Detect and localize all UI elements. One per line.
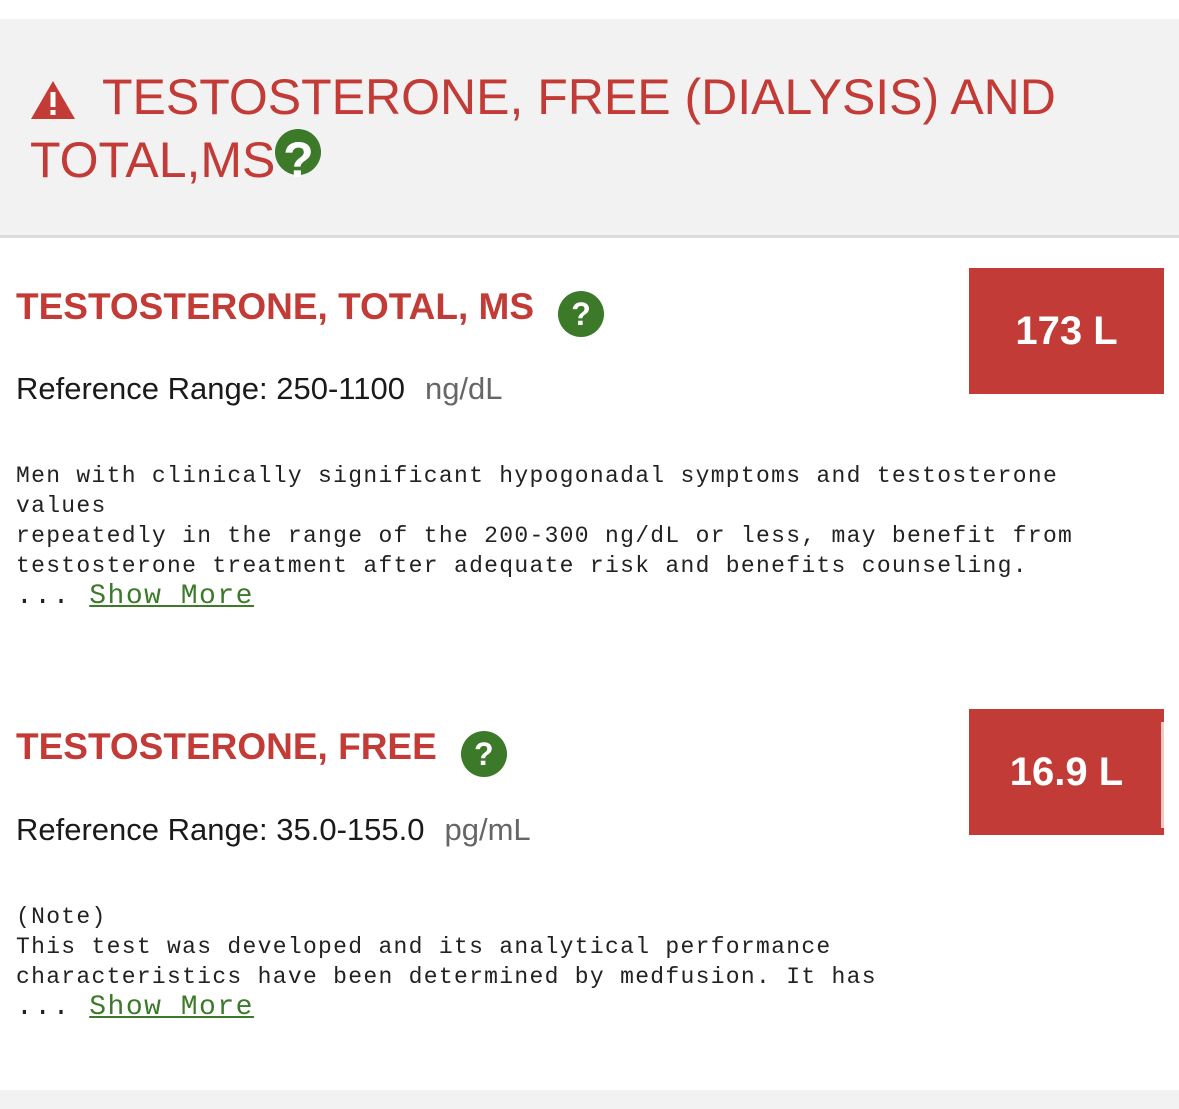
test-name: TESTOSTERONE, TOTAL, MS? xyxy=(16,285,605,337)
reference-range-unit: pg/mL xyxy=(444,812,531,847)
reference-range-value: 250-1100 xyxy=(276,371,405,406)
show-more-link[interactable]: Show More xyxy=(89,992,254,1023)
result-note: Men with clinically significant hypogona… xyxy=(16,463,1074,579)
reference-range: Reference Range: 250-1100 ng/dL xyxy=(16,369,503,409)
reference-range: Reference Range: 35.0-155.0 pg/mL xyxy=(16,810,531,850)
result-value-badge: 16.9 L xyxy=(969,709,1164,835)
help-icon[interactable]: ? xyxy=(558,291,605,337)
test-name: TESTOSTERONE, FREE? xyxy=(16,725,507,777)
reference-range-unit: ng/dL xyxy=(424,371,503,406)
warning-triangle-icon xyxy=(31,81,75,119)
result-value-badge: 173 L xyxy=(969,268,1164,394)
test-name-text: TESTOSTERONE, FREE xyxy=(16,726,437,767)
reference-range-label: Reference Range: xyxy=(16,371,268,406)
help-icon[interactable]: ? xyxy=(275,129,322,188)
scroll-edge-indicator xyxy=(1161,722,1164,828)
show-more-row: ... Show More xyxy=(16,580,254,614)
show-more-row: ... Show More xyxy=(16,991,254,1025)
page-title: TESTOSTERONE, FREE (DIALYSIS) AND TOTAL,… xyxy=(30,66,1140,192)
ellipsis: ... xyxy=(16,581,71,612)
page-title-text: TESTOSTERONE, FREE (DIALYSIS) AND TOTAL,… xyxy=(30,69,1056,188)
section-divider xyxy=(0,1090,1179,1109)
test-name-text: TESTOSTERONE, TOTAL, MS xyxy=(16,286,535,327)
show-more-link[interactable]: Show More xyxy=(89,581,254,612)
result-note: (Note) This test was developed and its a… xyxy=(16,904,877,990)
help-icon[interactable]: ? xyxy=(460,731,507,777)
ellipsis: ... xyxy=(16,992,71,1023)
reference-range-label: Reference Range: xyxy=(16,812,268,847)
reference-range-value: 35.0-155.0 xyxy=(276,812,425,847)
